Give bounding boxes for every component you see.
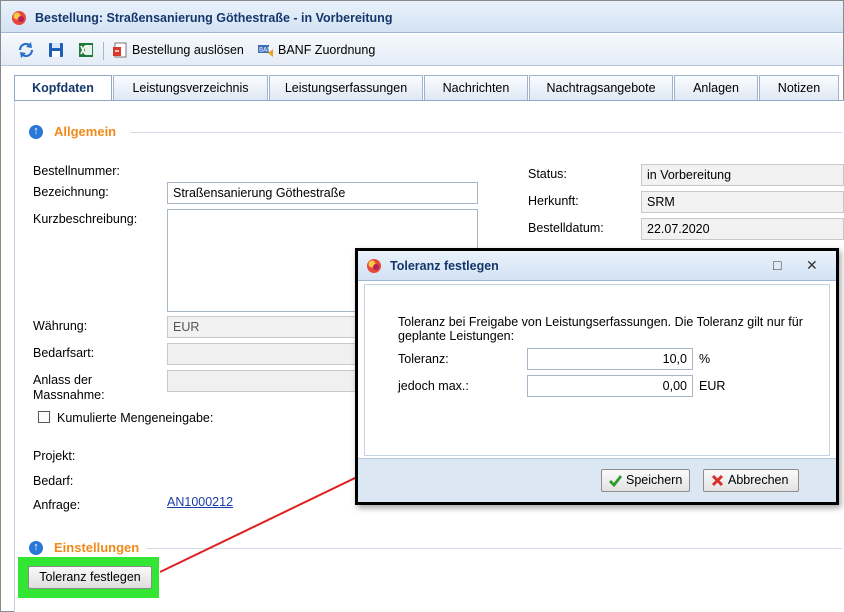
bestellnummer-label: Bestellnummer: — [33, 164, 120, 178]
kurzbeschreibung-label: Kurzbeschreibung: — [33, 212, 138, 226]
bedarf-label: Bedarf: — [33, 474, 74, 488]
anfrage-label: Anfrage: — [33, 498, 81, 512]
anfrage-link[interactable]: AN1000212 — [167, 495, 233, 509]
collapse-up-icon[interactable]: ↑ — [29, 541, 43, 555]
tab-nachtragsangebote[interactable]: Nachtragsangebote — [529, 75, 673, 100]
refresh-icon[interactable] — [17, 41, 35, 59]
cancel-button-label: Abbrechen — [728, 473, 789, 487]
toleranz-unit: % — [699, 352, 711, 366]
tab-notizen[interactable]: Notizen — [759, 75, 839, 100]
toolbar-separator — [103, 42, 104, 60]
section-divider — [130, 132, 842, 133]
tab-leistungsverzeichnis[interactable]: Leistungsverzeichnis — [113, 75, 268, 100]
bezeichnung-label: Bezeichnung: — [33, 185, 109, 199]
projekt-label: Projekt: — [33, 449, 76, 463]
toleranz-input[interactable]: 10,0 — [527, 348, 693, 370]
save-button[interactable]: Speichern — [601, 469, 690, 492]
excel-icon[interactable] — [77, 41, 95, 59]
app-logo-icon — [367, 259, 381, 273]
order-button[interactable]: Bestellung auslösen — [111, 34, 246, 66]
bestelldatum-label: Bestelldatum: — [528, 221, 604, 235]
herkunft-label: Herkunft: — [528, 194, 579, 208]
banf-button[interactable]: BAN BANF Zuordnung — [257, 34, 377, 66]
bedarfsart-select[interactable] — [167, 343, 357, 365]
herkunft-field: SRM — [641, 191, 844, 213]
banf-assign-icon: BAN — [258, 45, 273, 57]
dialog-body: Toleranz bei Freigabe von Leistungserfas… — [364, 284, 830, 456]
app-logo-icon — [12, 11, 26, 25]
save-button-label: Speichern — [626, 473, 683, 487]
banf-button-label: BANF Zuordnung — [278, 43, 376, 57]
maximize-icon[interactable]: □ — [773, 257, 781, 273]
toleranz-label: Toleranz: — [398, 352, 449, 366]
window-title: Bestellung: Straßensanierung Göthestraße… — [35, 11, 393, 25]
order-button-label: Bestellung auslösen — [132, 43, 244, 57]
tab-kopfdaten[interactable]: Kopfdaten — [14, 75, 112, 102]
checkmark-icon — [609, 475, 623, 488]
toleranz-dialog: Toleranz festlegen □ ✕ Toleranz bei Frei… — [355, 248, 839, 505]
tab-anlagen[interactable]: Anlagen — [674, 75, 758, 100]
toleranz-festlegen-button[interactable]: Toleranz festlegen — [28, 566, 152, 589]
status-label: Status: — [528, 167, 567, 181]
waehrung-label: Währung: — [33, 319, 88, 333]
section-title-allgemein: Allgemein — [54, 124, 117, 139]
bedarfsart-label: Bedarfsart: — [33, 346, 95, 360]
cancel-button[interactable]: Abbrechen — [703, 469, 799, 492]
bestelldatum-field: 22.07.2020 — [641, 218, 844, 240]
bezeichnung-input[interactable]: Straßensanierung Göthestraße — [167, 182, 478, 204]
window-titlebar: Bestellung: Straßensanierung Göthestraße… — [1, 1, 843, 33]
kumuliert-label: Kumulierte Mengeneingabe: — [57, 411, 214, 425]
save-icon[interactable] — [47, 41, 65, 59]
tab-nachrichten[interactable]: Nachrichten — [424, 75, 528, 100]
cancel-x-icon — [711, 474, 724, 487]
anlass-label-line2: Massnahme: — [33, 388, 105, 402]
dialog-title: Toleranz festlegen — [390, 259, 499, 273]
max-label: jedoch max.: — [398, 379, 469, 393]
waehrung-field: EUR — [167, 316, 357, 338]
tab-bar: Kopfdaten Leistungsverzeichnis Leistungs… — [14, 75, 844, 102]
max-input[interactable]: 0,00 — [527, 375, 693, 397]
kumuliert-checkbox[interactable] — [38, 411, 50, 423]
dialog-description-line2: geplante Leistungen: — [398, 329, 515, 343]
close-icon[interactable]: ✕ — [806, 257, 818, 274]
anlass-select[interactable] — [167, 370, 357, 392]
toolbar: Bestellung auslösen BAN BANF Zuordnung — [1, 34, 843, 66]
max-unit: EUR — [699, 379, 726, 393]
dialog-footer: Speichern Abbrechen — [358, 458, 836, 502]
collapse-up-icon[interactable]: ↑ — [29, 125, 43, 139]
document-order-icon — [113, 42, 127, 58]
dialog-description-line1: Toleranz bei Freigabe von Leistungserfas… — [398, 315, 803, 329]
tab-leistungserfassungen[interactable]: Leistungserfassungen — [269, 75, 423, 100]
section-title-einstellungen: Einstellungen — [54, 540, 140, 555]
status-field: in Vorbereitung — [641, 164, 844, 186]
section-divider — [146, 548, 842, 549]
dialog-titlebar: Toleranz festlegen □ ✕ — [358, 251, 836, 281]
anlass-label-line1: Anlass der — [33, 373, 93, 387]
